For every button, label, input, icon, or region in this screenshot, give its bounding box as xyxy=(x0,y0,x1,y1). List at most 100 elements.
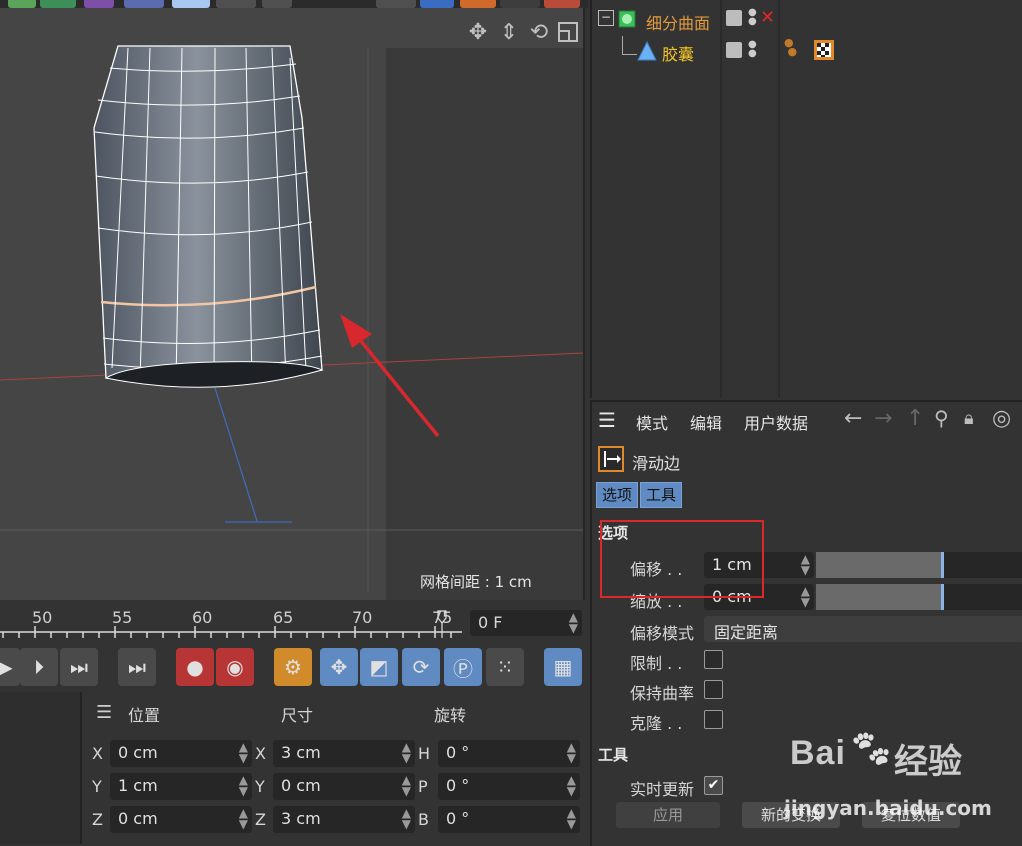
rotation-p-field[interactable]: 0 ° ▲ ▼ xyxy=(438,773,580,800)
scale-slider-fill xyxy=(816,584,941,610)
capsule-mesh[interactable] xyxy=(93,45,324,388)
menu-icon[interactable]: ☰ xyxy=(598,408,616,432)
go-to-end-icon[interactable]: ⏭ xyxy=(60,648,98,686)
lock-icon[interactable]: 🔒︎ xyxy=(964,408,974,429)
column-divider xyxy=(720,0,722,398)
toolbar-button[interactable] xyxy=(124,0,164,8)
play-icon[interactable]: ▶ xyxy=(0,648,20,686)
edit-render-toggle-icon[interactable] xyxy=(726,10,742,26)
stepper-arrows-icon[interactable]: ▲ ▼ xyxy=(567,807,576,830)
stepper-arrows-icon[interactable]: ▲ ▼ xyxy=(569,611,578,634)
position-z-field[interactable]: 0 cm ▲ ▼ xyxy=(110,806,252,833)
menu-user-data[interactable]: 用户数据 xyxy=(744,410,808,434)
realtime-update-checkbox[interactable]: ✔ xyxy=(704,776,723,795)
menu-icon[interactable]: ☰ xyxy=(96,702,112,723)
position-axis-label: Z xyxy=(92,810,103,829)
realtime-update-label: 实时更新 xyxy=(630,780,695,799)
field-value: 0 cm xyxy=(281,776,321,795)
stepper-arrows-icon[interactable]: ▲ ▼ xyxy=(402,774,411,797)
toolbar-button[interactable] xyxy=(500,0,540,8)
size-x-field[interactable]: 3 cm ▲ ▼ xyxy=(273,740,415,767)
field-value: 0 ° xyxy=(446,809,470,828)
key-rotation-icon[interactable]: ⟳ xyxy=(402,648,440,686)
toolbar-button[interactable] xyxy=(420,0,454,8)
key-scale-icon[interactable]: ◩ xyxy=(360,648,398,686)
tab-tool[interactable]: 工具 xyxy=(640,482,682,508)
toolbar-button[interactable] xyxy=(84,0,114,8)
toolbar-button[interactable] xyxy=(8,0,36,8)
stepper-arrows-icon[interactable]: ▲ ▼ xyxy=(402,807,411,830)
forward-arrow-icon[interactable]: → xyxy=(874,406,892,431)
disabled-x-icon[interactable]: ✕ xyxy=(760,7,775,28)
collapse-toggle-icon[interactable]: − xyxy=(598,10,614,26)
menu-edit[interactable]: 编辑 xyxy=(690,410,722,434)
toolbar-button[interactable] xyxy=(40,0,76,8)
stepper-arrows-icon[interactable]: ▲ ▼ xyxy=(239,774,248,797)
toolbar-button[interactable] xyxy=(216,0,256,8)
stepper-arrows-icon[interactable]: ▲ ▼ xyxy=(801,553,810,576)
stepper-arrows-icon[interactable]: ▲ ▼ xyxy=(239,741,248,764)
search-icon[interactable]: ⚲ xyxy=(934,406,949,430)
toolbar-button[interactable] xyxy=(376,0,416,8)
last-key-icon[interactable]: ⏭ xyxy=(118,648,156,686)
record-key-icon[interactable]: ● xyxy=(176,648,214,686)
toolbar-button[interactable] xyxy=(172,0,210,8)
toolbar-button[interactable] xyxy=(262,0,292,8)
timeline-tick-label: 65 xyxy=(273,608,294,627)
stepper-arrows-icon[interactable]: ▲ ▼ xyxy=(402,741,411,764)
keep-curvature-checkbox[interactable] xyxy=(704,680,723,699)
up-arrow-icon[interactable]: ↑ xyxy=(906,406,924,431)
target-icon[interactable]: ◎ xyxy=(992,406,1011,431)
visibility-dots-icon[interactable]: ● ● xyxy=(748,40,757,59)
stepper-arrows-icon[interactable]: ▲ ▼ xyxy=(801,585,810,608)
position-x-field[interactable]: 0 cm ▲ ▼ xyxy=(110,740,252,767)
edit-render-toggle-icon[interactable] xyxy=(726,42,742,58)
stepper-arrows-icon[interactable]: ▲ ▼ xyxy=(567,774,576,797)
next-frame-icon[interactable]: ⏵ xyxy=(20,648,58,686)
timeline-tick-label: 55 xyxy=(112,608,133,627)
phong-tag-icon[interactable]: ● ● xyxy=(784,37,797,57)
limit-checkbox[interactable] xyxy=(704,650,723,669)
3d-viewport[interactable]: ✥ ⇕ ⟲ 网格间距: 1 cm xyxy=(0,8,585,600)
current-frame-field[interactable]: 0 F ▲ ▼ xyxy=(470,610,582,636)
timeline-ruler[interactable]: 50 55 60 65 70 75 0 F ▲ ▼ xyxy=(0,600,588,642)
field-value: 0 ° xyxy=(446,743,470,762)
menu-mode[interactable]: 模式 xyxy=(636,410,668,434)
rotation-b-field[interactable]: 0 ° ▲ ▼ xyxy=(438,806,580,833)
scale-slider[interactable] xyxy=(816,584,1022,610)
offset-mode-dropdown[interactable]: 固定距离 xyxy=(704,616,1022,642)
size-y-field[interactable]: 0 cm ▲ ▼ xyxy=(273,773,415,800)
key-point-level-icon[interactable]: ⁙ xyxy=(486,648,524,686)
position-axis-label: X xyxy=(92,744,103,763)
size-z-field[interactable]: 3 cm ▲ ▼ xyxy=(273,806,415,833)
toolbar-button[interactable] xyxy=(460,0,496,8)
visibility-dots-icon[interactable]: ● ● xyxy=(748,8,757,27)
object-name-subdivision[interactable]: 细分曲面 xyxy=(646,10,710,34)
auto-key-icon[interactable]: ◉ xyxy=(216,648,254,686)
offset-slider[interactable] xyxy=(816,552,1022,578)
scale-slider-thumb[interactable] xyxy=(940,584,944,610)
position-y-field[interactable]: 1 cm ▲ ▼ xyxy=(110,773,252,800)
annotation-arrow xyxy=(340,314,440,438)
key-position-icon[interactable]: ✥ xyxy=(320,648,358,686)
field-value: 3 cm xyxy=(281,743,321,762)
key-parameter-icon[interactable]: Ⓟ xyxy=(444,648,482,686)
apply-button[interactable]: 应用 xyxy=(616,802,720,828)
playhead-marker[interactable] xyxy=(437,610,447,638)
offset-slider-thumb[interactable] xyxy=(940,552,944,578)
coord-row-1: X 0 cm ▲ ▼ X 3 cm ▲ ▼ H 0 ° ▲ ▼ xyxy=(88,740,583,770)
highlight-box xyxy=(600,520,764,598)
toolbar-button[interactable] xyxy=(544,0,580,8)
keyframe-settings-icon[interactable]: ⚙ xyxy=(274,648,312,686)
back-arrow-icon[interactable]: ← xyxy=(844,406,862,431)
stepper-arrows-icon[interactable]: ▲ ▼ xyxy=(567,741,576,764)
texture-tag-icon[interactable] xyxy=(814,40,834,60)
timeline-window-icon[interactable]: ▦ xyxy=(544,648,582,686)
rotation-h-field[interactable]: 0 ° ▲ ▼ xyxy=(438,740,580,767)
stepper-arrows-icon[interactable]: ▲ ▼ xyxy=(239,807,248,830)
object-name-capsule[interactable]: 胶囊 xyxy=(662,41,694,65)
clone-checkbox[interactable] xyxy=(704,710,723,729)
tab-options[interactable]: 选项 xyxy=(596,482,638,508)
size-axis-label: X xyxy=(255,744,266,763)
position-header: 位置 xyxy=(128,706,161,725)
